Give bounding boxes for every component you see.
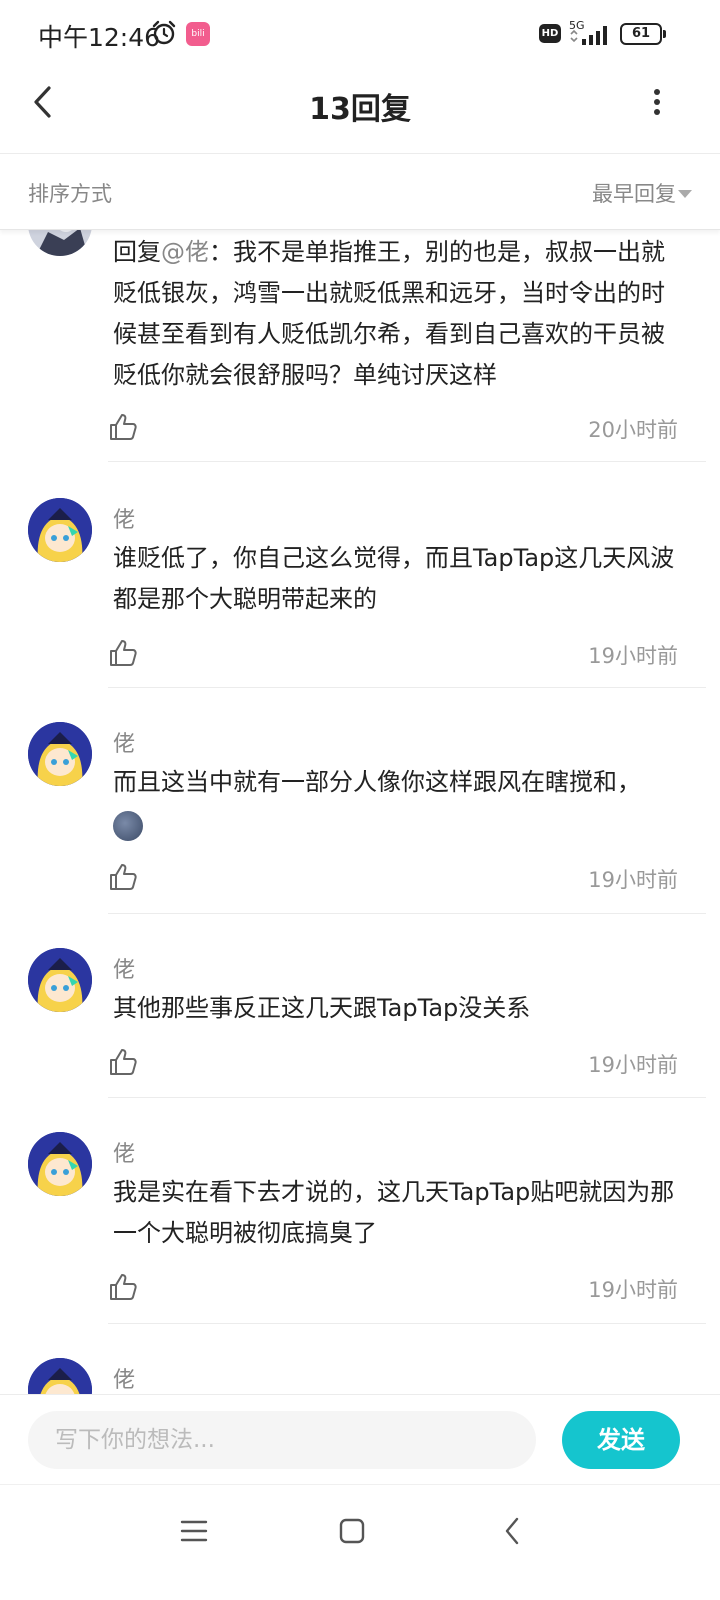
reply-author[interactable]: 佬	[113, 1136, 135, 1168]
reply-content: 谁贬低了，你自己这么觉得，而且TapTap这几天风波都是那个大聪明带起来的	[113, 544, 675, 613]
avatar[interactable]	[28, 722, 92, 786]
reply-item: 佬 谁贬低了，你自己这么觉得，而且TapTap这几天风波都是那个大聪明带起来的 …	[0, 462, 720, 688]
menu-icon	[180, 1520, 208, 1542]
avatar[interactable]	[28, 1358, 92, 1394]
thumbs-up-icon[interactable]	[108, 412, 138, 442]
reply-author[interactable]: 佬	[113, 952, 135, 984]
status-bar: 中午12:46 bili HD 5G 61	[0, 0, 720, 68]
mention-link[interactable]: @佬	[161, 238, 209, 266]
bilibili-app-icon: bili	[186, 22, 210, 46]
thumbs-up-icon[interactable]	[108, 1272, 138, 1302]
avatar[interactable]	[28, 948, 92, 1012]
sort-bar: 排序方式 最早回复	[0, 154, 720, 230]
sort-label: 排序方式	[28, 182, 112, 206]
hd-voice-icon: HD	[539, 24, 561, 43]
alarm-clock-icon	[152, 20, 176, 45]
send-button[interactable]: 发送	[562, 1411, 680, 1469]
reply-prefix: 回复	[113, 238, 161, 266]
reply-timestamp: 19小时前	[588, 1278, 678, 1302]
user-avatar-image	[28, 498, 92, 562]
reply-item: 佬 而且这当中就有一部分人像你这样跟风在瞎搅和， 19小时前	[0, 688, 720, 914]
reply-item: 佬 我是实在看下去才说的，这几天TapTap贴吧就因为那一个大聪明被彻底搞臭了 …	[0, 1098, 720, 1324]
system-back-button[interactable]	[492, 1511, 532, 1551]
user-avatar-image	[28, 230, 92, 256]
reply-item: 回复@佬：我不是单指推王，别的也是，叔叔一出就贬低银灰，鸿雪一出就贬低黑和远牙，…	[0, 230, 720, 462]
sort-dropdown[interactable]: 最早回复	[592, 178, 676, 208]
reply-timestamp: 19小时前	[588, 644, 678, 668]
thumbs-up-icon[interactable]	[108, 1047, 138, 1077]
thumbs-up-icon[interactable]	[108, 638, 138, 668]
reply-item: 佬 其他那些事反正这几天跟TapTap没关系 19小时前	[0, 914, 720, 1098]
status-time: 中午12:46	[38, 23, 161, 52]
signal-strength-icon	[570, 26, 607, 45]
battery-tip	[663, 30, 666, 38]
reply-timestamp: 19小时前	[588, 1053, 678, 1077]
reply-content: 其他那些事反正这几天跟TapTap没关系	[113, 994, 531, 1022]
home-button[interactable]	[332, 1511, 372, 1551]
menu-button[interactable]	[174, 1511, 214, 1551]
reply-content: 我是实在看下去才说的，这几天TapTap贴吧就因为那一个大聪明被彻底搞臭了	[113, 1178, 675, 1247]
reply-item: 佬	[0, 1324, 720, 1394]
avatar[interactable]	[28, 1132, 92, 1196]
reply-author[interactable]: 佬	[113, 1362, 135, 1394]
more-vertical-icon	[654, 89, 660, 115]
user-avatar-image	[28, 1358, 92, 1394]
reply-timestamp: 20小时前	[588, 418, 678, 442]
reply-content: 而且这当中就有一部分人像你这样跟风在瞎搅和，	[113, 762, 685, 844]
reply-author[interactable]: 佬	[113, 502, 135, 534]
more-options-button[interactable]	[642, 82, 672, 122]
reply-timestamp: 19小时前	[588, 868, 678, 892]
reply-list[interactable]: 回复@佬：我不是单指推王，别的也是，叔叔一出就贬低银灰，鸿雪一出就贬低黑和远牙，…	[0, 230, 720, 1394]
chevron-left-icon	[505, 1517, 519, 1545]
user-avatar-image	[28, 948, 92, 1012]
top-nav-bar: 13回复	[0, 68, 720, 154]
system-nav-bar	[0, 1484, 720, 1600]
caret-down-icon[interactable]	[678, 190, 692, 198]
reply-body: 而且这当中就有一部分人像你这样跟风在瞎搅和，	[113, 768, 641, 796]
avatar[interactable]	[28, 498, 92, 562]
battery-indicator: 61	[620, 23, 662, 45]
thumbs-up-icon[interactable]	[108, 862, 138, 892]
home-square-icon	[339, 1518, 365, 1544]
reply-composer: 发送	[0, 1394, 720, 1484]
reply-author[interactable]: 佬	[113, 726, 135, 758]
page-title: 13回复	[309, 92, 411, 127]
new-moon-face-emoji-icon	[113, 811, 143, 841]
user-avatar-image	[28, 1132, 92, 1196]
reply-content: 回复@佬：我不是单指推王，别的也是，叔叔一出就贬低银灰，鸿雪一出就贬低黑和远牙，…	[113, 232, 685, 396]
avatar[interactable]	[28, 230, 92, 256]
user-avatar-image	[28, 722, 92, 786]
reply-input[interactable]	[28, 1411, 536, 1469]
